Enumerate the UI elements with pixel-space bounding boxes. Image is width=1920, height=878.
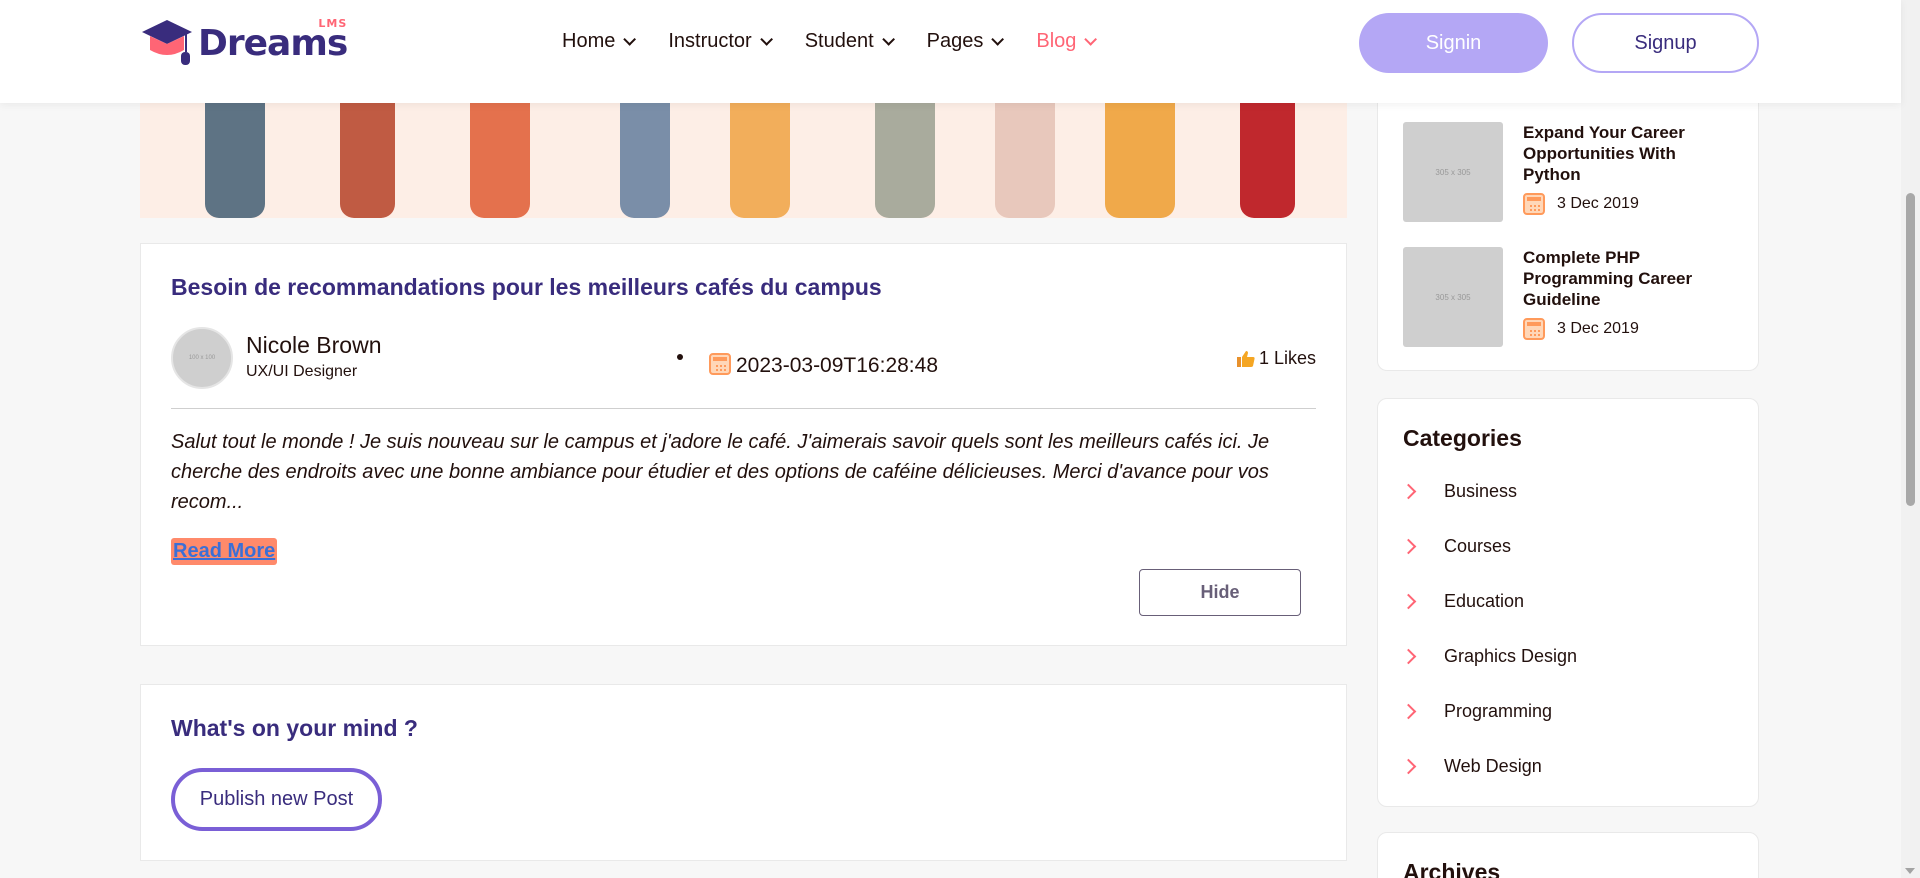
category-item-programming[interactable]: Programming [1400, 701, 1553, 722]
nav-student[interactable]: Student [804, 30, 895, 53]
graduation-cap-icon [140, 18, 194, 68]
meta-separator [677, 354, 683, 360]
categories-heading: Categories [1403, 425, 1522, 451]
category-item-education[interactable]: Education [1400, 591, 1525, 612]
category-item-business[interactable]: Business [1400, 481, 1518, 502]
banner-arm [340, 103, 395, 218]
recent-posts-widget: 305 x 305 Expand Your Career Opportuniti… [1377, 90, 1759, 371]
chevron-down-icon [623, 33, 637, 46]
page-scrollbar[interactable] [1901, 0, 1920, 878]
banner-arm [730, 103, 790, 218]
recent-post-date: 3 Dec 2019 [1557, 320, 1639, 337]
chevron-right-icon [1400, 538, 1417, 555]
recent-post-item[interactable]: 305 x 305 Complete PHP Programming Caree… [1403, 247, 1723, 347]
category-label: Courses [1444, 536, 1512, 556]
banner-arm [470, 103, 530, 218]
post-title[interactable]: Besoin de recommandations pour les meill… [171, 274, 882, 301]
archives-widget: Archives [1377, 832, 1759, 878]
category-item-graphics-design[interactable]: Graphics Design [1400, 646, 1578, 667]
category-item-courses[interactable]: Courses [1400, 536, 1512, 557]
post-date: 2023-03-09T16:28:48 [736, 354, 938, 377]
categories-widget: Categories Business Courses Education Gr… [1377, 398, 1759, 807]
calendar-icon [1523, 193, 1545, 215]
post-excerpt: Salut tout le monde ! Je suis nouveau su… [171, 431, 1270, 513]
nav-pages-label: Pages [926, 30, 984, 52]
signup-button[interactable]: Signup [1572, 13, 1759, 73]
category-label: Education [1444, 591, 1525, 611]
chevron-down-icon [1084, 33, 1098, 46]
chevron-right-icon [1400, 593, 1417, 610]
recent-post-thumbnail[interactable]: 305 x 305 [1403, 122, 1503, 222]
recent-post-title[interactable]: Expand Your Career Opportunities With Py… [1523, 122, 1723, 185]
calendar-icon [1523, 318, 1545, 340]
chevron-down-icon [881, 33, 895, 46]
author-role: UX/UI Designer [246, 363, 358, 380]
chevron-right-icon [1400, 758, 1417, 775]
logo[interactable]: Dreams LMS [140, 16, 348, 68]
nav-pages[interactable]: Pages [926, 30, 1005, 53]
banner-arm [205, 103, 265, 218]
chevron-right-icon [1400, 703, 1417, 720]
calendar-icon [709, 353, 731, 375]
main-nav: Home Instructor Student Pages Blog [562, 30, 1129, 53]
likes-count[interactable]: 1 Likes [1236, 348, 1316, 369]
category-label: Web Design [1444, 756, 1542, 776]
nav-blog[interactable]: Blog [1036, 30, 1098, 53]
avatar: 100 x 100 [171, 327, 233, 389]
new-post-card: What's on your mind ? Publish new Post [140, 684, 1347, 861]
recent-post-title[interactable]: Complete PHP Programming Career Guidelin… [1523, 247, 1723, 310]
chevron-right-icon [1400, 483, 1417, 500]
category-label: Graphics Design [1444, 646, 1578, 666]
blog-post-card: Besoin de recommandations pour les meill… [140, 243, 1347, 646]
banner-arm [1105, 103, 1175, 218]
logo-superscript: LMS [318, 16, 348, 30]
site-header: Dreams LMS Home Instructor Student Pages… [0, 0, 1901, 103]
category-item-web-design[interactable]: Web Design [1400, 756, 1542, 777]
nav-student-label: Student [804, 30, 874, 52]
category-label: Programming [1444, 701, 1553, 721]
scrollbar-thumb[interactable] [1906, 193, 1915, 506]
hide-button[interactable]: Hide [1139, 569, 1301, 616]
nav-home[interactable]: Home [562, 30, 637, 53]
scroll-down-arrow-icon[interactable] [1905, 868, 1915, 874]
recent-post-date: 3 Dec 2019 [1557, 195, 1639, 212]
recent-post-thumbnail[interactable]: 305 x 305 [1403, 247, 1503, 347]
nav-instructor[interactable]: Instructor [668, 30, 773, 53]
nav-home-label: Home [562, 30, 616, 52]
read-more-link[interactable]: Read More [171, 538, 278, 565]
nav-blog-label: Blog [1036, 30, 1077, 52]
chevron-down-icon [759, 33, 773, 46]
banner-arm [875, 103, 935, 218]
author-name: Nicole Brown [246, 332, 382, 358]
divider [171, 408, 1316, 409]
category-label: Business [1444, 481, 1518, 501]
logo-wordmark: Dreams LMS [198, 16, 348, 64]
chevron-right-icon [1400, 648, 1417, 665]
banner-arm [620, 103, 670, 218]
archives-heading: Archives [1403, 859, 1501, 878]
nav-instructor-label: Instructor [668, 30, 752, 52]
banner-arm [995, 103, 1055, 218]
likes-label: 1 Likes [1258, 348, 1316, 368]
publish-post-button[interactable]: Publish new Post [171, 768, 382, 831]
banner-arm [1240, 103, 1295, 218]
recent-post-item[interactable]: 305 x 305 Expand Your Career Opportuniti… [1403, 122, 1723, 222]
blog-banner-image [140, 103, 1347, 218]
signin-button[interactable]: Signin [1359, 13, 1548, 73]
new-post-heading: What's on your mind ? [171, 715, 418, 741]
thumbs-up-icon [1236, 350, 1255, 367]
chevron-down-icon [991, 33, 1005, 46]
